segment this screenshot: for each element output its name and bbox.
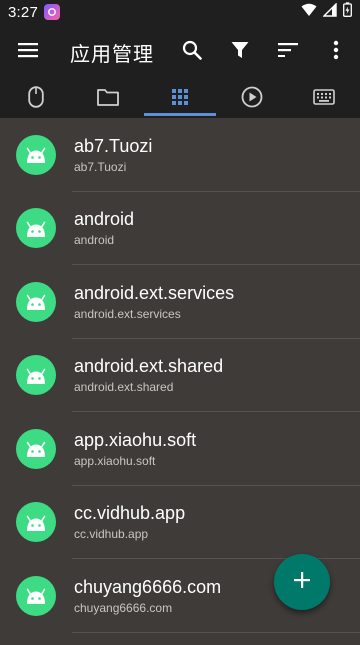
search-icon xyxy=(182,40,202,65)
app-name: ab7.Tuozi xyxy=(74,135,153,156)
app-package: app.xiaohu.soft xyxy=(74,453,156,468)
android-icon xyxy=(16,355,56,396)
battery-charging-icon xyxy=(343,2,352,22)
folder-icon xyxy=(97,88,119,111)
app-list-item[interactable]: app.xiaohu.soft app.xiaohu.soft xyxy=(0,412,360,486)
more-options-button[interactable] xyxy=(312,28,360,76)
tab-bar xyxy=(0,80,360,118)
app-package: cc.vidhub.app xyxy=(74,527,149,542)
keyboard-icon xyxy=(313,88,335,110)
signal-icon xyxy=(322,1,337,22)
app-package: android xyxy=(74,233,115,248)
app-list-item[interactable]: cc.vidhub.app cc.vidhub.app xyxy=(0,486,360,560)
status-time: 3:27 xyxy=(8,3,38,21)
app-list-item[interactable]: ab7.Tuozi ab7.Tuozi xyxy=(0,118,360,192)
app-name: android xyxy=(74,209,135,230)
app-bar: 应用管理 xyxy=(0,24,360,80)
app-name: android.ext.shared xyxy=(74,356,224,377)
sort-icon xyxy=(278,42,298,62)
apps-grid-icon xyxy=(172,88,188,110)
add-icon xyxy=(293,571,311,594)
app-name: android.ext.services xyxy=(74,282,235,303)
menu-button[interactable] xyxy=(0,24,56,80)
android-icon xyxy=(16,428,56,469)
app-package: chuyang6666.com xyxy=(74,600,173,615)
more-vert-icon xyxy=(333,40,339,65)
app-package: ab7.Tuozi xyxy=(74,159,127,174)
tab-media[interactable] xyxy=(216,80,288,118)
add-button[interactable] xyxy=(274,554,330,610)
app-name: chuyang6666.com xyxy=(74,576,222,597)
android-icon xyxy=(16,502,56,543)
app-notification-icon xyxy=(44,4,60,20)
menu-icon xyxy=(18,42,38,63)
android-icon xyxy=(16,281,56,322)
wifi-icon xyxy=(301,3,317,22)
filter-button[interactable] xyxy=(216,28,264,76)
play-circle-icon xyxy=(241,86,263,113)
status-bar: 3:27 xyxy=(0,0,360,24)
android-icon xyxy=(16,134,56,175)
tab-keyboard[interactable] xyxy=(288,80,360,118)
app-list-item[interactable]: android android xyxy=(0,192,360,266)
page-title: 应用管理 xyxy=(70,41,154,66)
android-icon xyxy=(16,208,56,249)
tab-apps[interactable] xyxy=(144,80,216,118)
app-package: android.ext.shared xyxy=(74,380,174,395)
app-package: android.ext.services xyxy=(74,306,181,321)
android-icon xyxy=(16,575,56,616)
app-name: app.xiaohu.soft xyxy=(74,429,197,450)
app-name: cc.vidhub.app xyxy=(74,503,186,524)
tab-mouse[interactable] xyxy=(0,80,72,118)
app-list-item[interactable]: android.ext.shared android.ext.shared xyxy=(0,339,360,413)
mouse-icon xyxy=(28,85,44,113)
app-list-item[interactable]: android.ext.services android.ext.services xyxy=(0,265,360,339)
filter-icon xyxy=(231,41,249,64)
sort-button[interactable] xyxy=(264,28,312,76)
search-button[interactable] xyxy=(168,28,216,76)
tab-folder[interactable] xyxy=(72,80,144,118)
